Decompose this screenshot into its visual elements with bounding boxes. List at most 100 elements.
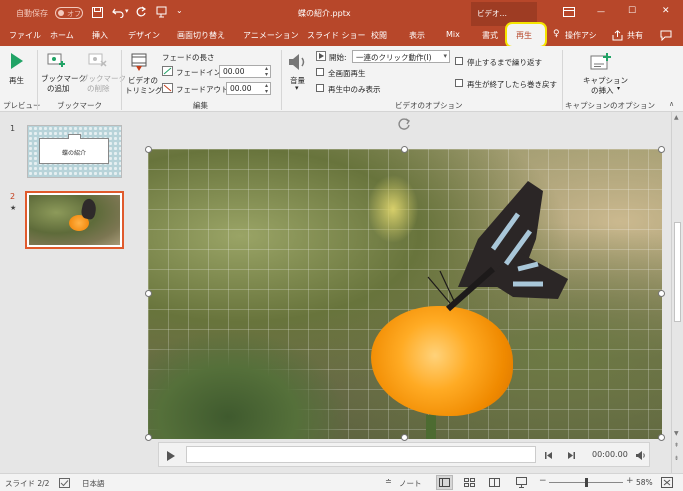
player-play-icon[interactable] xyxy=(166,450,176,462)
tab-animations[interactable]: アニメーション xyxy=(243,30,299,41)
minimize-button[interactable]: — xyxy=(597,7,605,16)
normal-view-button[interactable] xyxy=(436,475,453,490)
tab-view[interactable]: 表示 xyxy=(409,30,425,41)
resize-handle[interactable] xyxy=(401,146,408,153)
preview-play-button[interactable]: 再生 xyxy=(9,75,24,86)
undo-dropdown-icon[interactable]: ▾ xyxy=(125,7,129,15)
trim-video-icon[interactable] xyxy=(130,52,148,72)
fullscreen-label: 全画面再生 xyxy=(328,69,366,78)
undo-icon[interactable] xyxy=(112,7,124,18)
next-slide-icon[interactable]: ⇟ xyxy=(674,455,679,462)
insert-captions-line2[interactable]: の挿入 xyxy=(591,85,614,96)
thumbnail-video-image xyxy=(29,195,120,245)
reading-view-icon[interactable] xyxy=(489,478,500,487)
save-icon[interactable] xyxy=(92,7,103,18)
tab-file[interactable]: ファイル xyxy=(9,30,41,41)
fade-duration-title: フェードの長さ xyxy=(162,53,215,62)
video-frame[interactable] xyxy=(148,149,662,439)
step-back-icon[interactable] xyxy=(545,451,554,460)
language-indicator[interactable]: 日本語 xyxy=(82,478,105,489)
redo-icon[interactable] xyxy=(135,6,147,18)
group-label-video-options: ビデオのオプション xyxy=(395,101,463,110)
trim-video-line2[interactable]: トリミング xyxy=(125,85,163,96)
step-forward-icon[interactable] xyxy=(566,451,575,460)
maximize-button[interactable]: ☐ xyxy=(628,6,636,16)
zoom-slider-thumb[interactable] xyxy=(585,478,588,487)
notes-icon[interactable]: ≐ xyxy=(385,477,392,486)
collapse-ribbon-icon[interactable]: ∧ xyxy=(669,100,674,108)
resize-handle[interactable] xyxy=(145,434,152,441)
slide-thumbnail-1[interactable]: 蝶の紹介 xyxy=(27,125,122,178)
tab-home[interactable]: ホーム xyxy=(50,30,74,41)
slideshow-view-icon[interactable] xyxy=(516,477,527,488)
tab-review[interactable]: 校閲 xyxy=(371,30,387,41)
start-dropdown-arrow-icon[interactable]: ▾ xyxy=(443,52,447,60)
scroll-thumb[interactable] xyxy=(674,222,681,322)
start-dropdown[interactable]: 一連のクリック動作(I) ▾ xyxy=(352,50,450,63)
autosave-toggle[interactable]: オフ xyxy=(55,7,83,19)
ribbon-display-options-icon[interactable] xyxy=(563,7,575,17)
resize-handle[interactable] xyxy=(401,434,408,441)
insert-captions-dropdown-icon[interactable]: ▾ xyxy=(617,85,620,92)
zoom-level[interactable]: 58% xyxy=(636,478,653,487)
add-bookmark-icon[interactable] xyxy=(47,52,67,68)
tell-me-box[interactable]: 操作アシ xyxy=(565,30,597,41)
fit-to-window-icon[interactable] xyxy=(661,477,673,488)
rotate-handle-icon[interactable] xyxy=(398,117,412,131)
fade-out-input[interactable]: 00.00 ▴ ▾ xyxy=(226,82,271,95)
tab-design[interactable]: デザイン xyxy=(128,30,160,41)
tab-playback-label: 再生 xyxy=(516,31,532,40)
fade-in-icon xyxy=(162,66,173,76)
customize-quick-access-icon[interactable]: ⌄ xyxy=(176,6,183,15)
tab-insert[interactable]: 挿入 xyxy=(92,30,108,41)
resize-handle[interactable] xyxy=(658,434,665,441)
resize-handle[interactable] xyxy=(145,290,152,297)
accessibility-check-icon[interactable] xyxy=(59,478,70,488)
zoom-in-icon[interactable]: + xyxy=(626,476,634,486)
status-bar: スライド 2/2 日本語 ≐ ノート − + 58% xyxy=(0,473,683,491)
fade-in-spinner-icon[interactable]: ▴ ▾ xyxy=(265,66,268,78)
tab-format[interactable]: 書式 xyxy=(482,30,498,41)
player-volume-icon[interactable] xyxy=(635,450,646,461)
play-preview-icon[interactable] xyxy=(10,52,24,70)
tab-transitions[interactable]: 画面切り替え xyxy=(177,30,225,41)
notes-button[interactable]: ノート xyxy=(399,478,422,489)
comments-icon[interactable] xyxy=(660,30,672,41)
rewind-checkbox[interactable] xyxy=(455,79,463,87)
resize-handle[interactable] xyxy=(145,146,152,153)
zoom-out-icon[interactable]: − xyxy=(539,476,547,486)
remove-bookmark-icon xyxy=(88,53,107,67)
resize-handle[interactable] xyxy=(658,290,665,297)
fade-in-label: フェードイン: xyxy=(176,68,224,77)
fade-in-input[interactable]: 00.00 ▴ ▾ xyxy=(219,65,271,78)
volume-icon[interactable] xyxy=(288,53,308,71)
fade-in-value: 00.00 xyxy=(223,67,245,76)
add-bookmark-line2[interactable]: の追加 xyxy=(47,83,70,94)
fullscreen-checkbox[interactable] xyxy=(316,68,324,76)
volume-dropdown-icon[interactable]: ▾ xyxy=(295,84,299,92)
slide-thumbnail-2-selected[interactable] xyxy=(25,191,124,249)
vertical-scrollbar[interactable]: ▲ ▼ ⇞ ⇟ xyxy=(671,112,683,473)
start-from-beginning-icon[interactable] xyxy=(156,6,168,19)
fade-out-spinner-icon[interactable]: ▴ ▾ xyxy=(265,83,268,95)
previous-slide-icon[interactable]: ⇞ xyxy=(674,442,679,449)
close-button[interactable]: ✕ xyxy=(662,6,670,16)
group-label-bookmarks: ブックマーク xyxy=(57,101,102,110)
context-tab-group-label: ビデオ… xyxy=(477,9,507,18)
share-icon[interactable] xyxy=(612,30,623,41)
insert-captions-icon[interactable] xyxy=(590,52,612,72)
scroll-up-icon[interactable]: ▲ xyxy=(674,114,679,121)
group-separator xyxy=(281,50,282,110)
scroll-down-icon[interactable]: ▼ xyxy=(674,430,679,437)
slide-sorter-icon[interactable] xyxy=(464,478,475,487)
share-button[interactable]: 共有 xyxy=(627,30,643,41)
tab-playback-active[interactable]: 再生 xyxy=(505,22,547,48)
lightbulb-icon: ♀ xyxy=(553,29,560,39)
tab-mix[interactable]: Mix xyxy=(446,30,460,39)
resize-handle[interactable] xyxy=(658,146,665,153)
seek-bar[interactable] xyxy=(186,446,536,463)
slide-counter: スライド 2/2 xyxy=(5,479,50,488)
hide-while-not-playing-checkbox[interactable] xyxy=(316,84,324,92)
loop-checkbox[interactable] xyxy=(455,57,463,65)
tab-slideshow[interactable]: スライド ショー xyxy=(307,30,366,41)
